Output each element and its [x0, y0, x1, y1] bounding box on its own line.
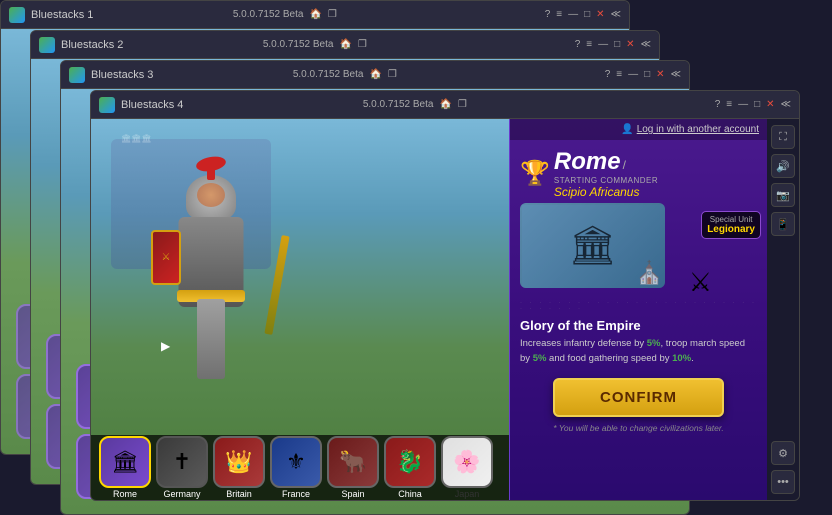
sidebar-phone-btn[interactable]: 📱: [771, 212, 795, 236]
sidebar-more-btn[interactable]: •••: [771, 470, 795, 494]
civ-china[interactable]: 🐉 China: [384, 436, 436, 499]
civ-japan[interactable]: 🌸 Japan: [441, 436, 493, 499]
building-decor: 🏛🏛🏛: [121, 134, 151, 143]
civ-japan-label: Japan: [455, 489, 480, 499]
close-icon-4[interactable]: ✕: [766, 99, 774, 110]
city-image: 🏛 ⛪: [520, 203, 665, 288]
civ-spain-label: Spain: [341, 489, 364, 499]
confirm-area: CONFIRM: [510, 370, 767, 421]
civ-britain[interactable]: 👑 Britain: [213, 436, 265, 499]
warrior-container: ⚔: [111, 165, 311, 435]
glory-desc: Increases infantry defense by 5%, troop …: [520, 336, 757, 366]
sidebar-settings-btn[interactable]: ⚙: [771, 441, 795, 465]
bs-logo-4: [99, 97, 115, 113]
commander-name: Scipio Africanus: [554, 185, 658, 199]
copy-icon-4[interactable]: ❐: [458, 99, 467, 110]
civ-germany[interactable]: ✝ Germany: [156, 436, 208, 499]
multi-icon-3[interactable]: ≪: [671, 69, 681, 80]
civ-header-area: 🏆 Rome / STARTING COMMANDER Scipio Afric…: [510, 140, 767, 203]
minimize-icon-4[interactable]: —: [738, 99, 748, 110]
help-icon-1[interactable]: ?: [545, 9, 551, 20]
window-title-3: Bluestacks 3: [91, 69, 287, 81]
pct3: 10%: [672, 353, 691, 364]
civ-name: Rome: [554, 148, 621, 176]
titlebar-2: Bluestacks 2 5.0.0.7152 Beta 🏠 ❐ ? ≡ — □…: [31, 31, 659, 59]
close-icon-1[interactable]: ✕: [596, 9, 604, 20]
menu-icon-2[interactable]: ≡: [586, 39, 592, 50]
change-note: * You will be able to change civilizatio…: [510, 421, 767, 435]
close-icon-2[interactable]: ✕: [626, 39, 634, 50]
version-1: 5.0.0.7152 Beta: [233, 9, 304, 20]
bs-logo-2: [39, 37, 55, 53]
legionary-figure: ⚔: [689, 267, 712, 298]
civ-china-label: China: [398, 489, 422, 499]
glory-section: Glory of the Empire Increases infantry d…: [510, 314, 767, 370]
bs-logo-3: [69, 67, 85, 83]
help-icon-2[interactable]: ?: [575, 39, 581, 50]
copy-icon-1[interactable]: ❐: [328, 9, 337, 20]
home-icon-3[interactable]: 🏠: [369, 69, 381, 80]
minimize-icon-1[interactable]: —: [568, 9, 578, 20]
civ-spain[interactable]: 🐂 Spain: [327, 436, 379, 499]
bs-logo-1: [9, 7, 25, 23]
version-4: 5.0.0.7152 Beta: [363, 99, 434, 110]
home-icon-1[interactable]: 🏠: [309, 9, 321, 20]
menu-icon-4[interactable]: ≡: [726, 99, 732, 110]
close-icon-3[interactable]: ✕: [656, 69, 664, 80]
multi-icon-1[interactable]: ≪: [611, 9, 621, 20]
city-area: 🏛 ⛪ Special Unit Legionary ⚔: [510, 203, 767, 298]
version-3: 5.0.0.7152 Beta: [293, 69, 364, 80]
glory-title: Glory of the Empire: [520, 318, 757, 333]
civ-separator: /: [623, 158, 626, 172]
commander-label: STARTING COMMANDER: [554, 176, 658, 185]
civ-germany-label: Germany: [163, 489, 200, 499]
sidebar-camera-btn[interactable]: 📷: [771, 183, 795, 207]
login-bar: 👤 Log in with another account: [510, 119, 767, 140]
version-2: 5.0.0.7152 Beta: [263, 39, 334, 50]
home-icon-2[interactable]: 🏠: [339, 39, 351, 50]
menu-icon-1[interactable]: ≡: [556, 9, 562, 20]
multi-icon-4[interactable]: ≪: [781, 99, 791, 110]
help-icon-3[interactable]: ?: [605, 69, 611, 80]
special-unit-name: Legionary: [707, 224, 755, 235]
titlebar-3: Bluestacks 3 5.0.0.7152 Beta 🏠 ❐ ? ≡ — □…: [61, 61, 689, 89]
login-label[interactable]: Log in with another account: [637, 124, 759, 135]
maximize-icon-1[interactable]: □: [584, 9, 590, 20]
confirm-button[interactable]: CONFIRM: [553, 378, 724, 417]
titlebar-4: Bluestacks 4 5.0.0.7152 Beta 🏠 ❐ ? ≡ — □…: [91, 91, 799, 119]
civ-france-label: France: [282, 489, 310, 499]
copy-icon-3[interactable]: ❐: [388, 69, 397, 80]
menu-icon-3[interactable]: ≡: [616, 69, 622, 80]
home-icon-4[interactable]: 🏠: [439, 99, 451, 110]
maximize-icon-2[interactable]: □: [614, 39, 620, 50]
wreath-icon: 🏆: [520, 159, 550, 188]
sidebar-sound-btn[interactable]: 🔊: [771, 154, 795, 178]
minimize-icon-2[interactable]: —: [598, 39, 608, 50]
special-unit-badge: Special Unit Legionary: [701, 211, 761, 239]
window-title-1: Bluestacks 1: [31, 9, 227, 21]
sidebar-expand-btn[interactable]: ⛶: [771, 125, 795, 149]
pct1: 5%: [647, 338, 661, 349]
window-title-4: Bluestacks 4: [121, 99, 357, 111]
civ-france[interactable]: ⚜ France: [270, 436, 322, 499]
maximize-icon-4[interactable]: □: [754, 99, 760, 110]
help-icon-4[interactable]: ?: [715, 99, 721, 110]
civ-britain-label: Britain: [226, 489, 252, 499]
pct2: 5%: [533, 353, 547, 364]
civ-rome-label: Rome: [113, 489, 137, 499]
game-content: 🏛🏛🏛 ▶: [91, 119, 799, 500]
civ-rome[interactable]: 🏛 Rome: [99, 436, 151, 499]
maximize-icon-3[interactable]: □: [644, 69, 650, 80]
right-sidebar: ⛶ 🔊 📷 📱 ⚙ •••: [767, 119, 799, 500]
multi-icon-2[interactable]: ≪: [641, 39, 651, 50]
titlebar-1: Bluestacks 1 5.0.0.7152 Beta 🏠 ❐ ? ≡ — □…: [1, 1, 629, 29]
pattern-dots: · · · · · · · · · · · · · · · · · · · · …: [510, 298, 767, 314]
window-4[interactable]: Bluestacks 4 5.0.0.7152 Beta 🏠 ❐ ? ≡ — □…: [90, 90, 800, 501]
right-panel: 👤 Log in with another account 🏆 Rome / S…: [509, 119, 767, 500]
minimize-icon-3[interactable]: —: [628, 69, 638, 80]
copy-icon-2[interactable]: ❐: [358, 39, 367, 50]
special-unit-label: Special Unit: [707, 215, 755, 224]
window-title-2: Bluestacks 2: [61, 39, 257, 51]
